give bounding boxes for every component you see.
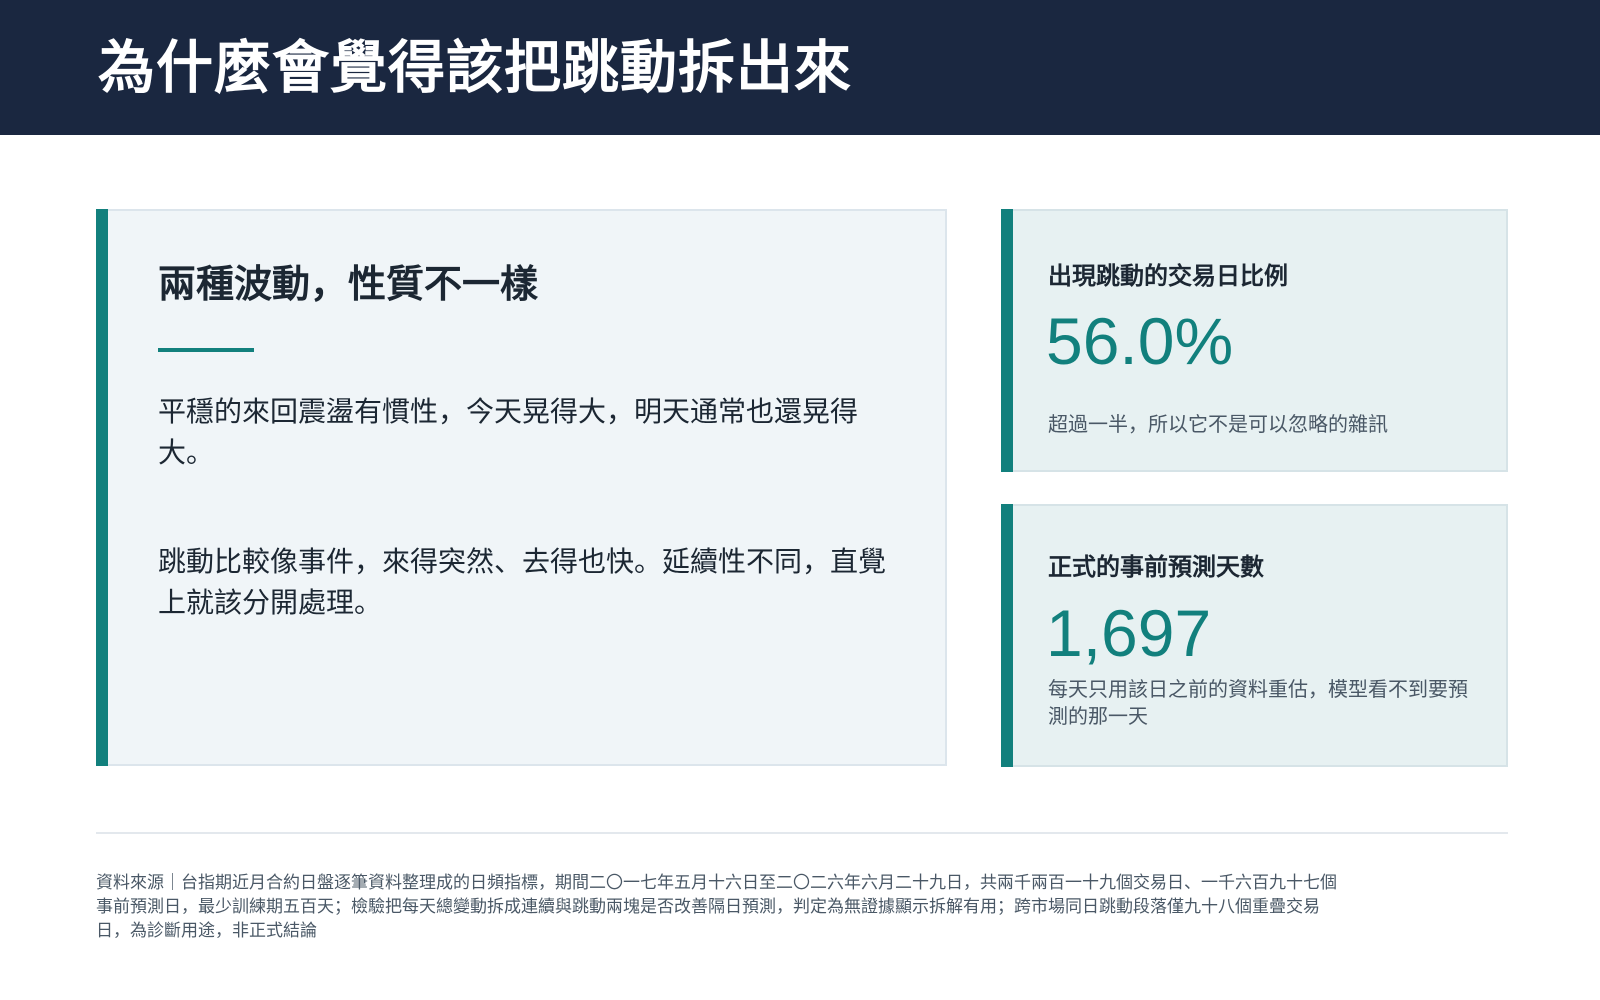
footer-divider <box>96 832 1508 834</box>
stat-label: 正式的事前預測天數 <box>1048 553 1264 581</box>
card-accent-bar <box>96 209 108 766</box>
card-accent-bar <box>1001 209 1013 472</box>
stat-note: 超過一半，所以它不是可以忽略的雜訊 <box>1048 412 1388 436</box>
card-heading: 兩種波動，性質不一樣 <box>158 262 539 306</box>
stat-card-forecast-days: 正式的事前預測天數 1,697 每天只用該日之前的資料重估，模型看不到要預測的那… <box>1001 504 1508 767</box>
paragraph-jump: 跳動比較像事件，來得突然、去得也快。延續性不同，直覺上就該分開處理。 <box>158 545 887 619</box>
page-title: 為什麼會覺得該把跳動拆出來 <box>98 35 852 101</box>
page-header: 為什麼會覺得該把跳動拆出來 <box>0 0 1600 135</box>
card-accent-bar <box>1001 504 1013 767</box>
stat-card-jump-ratio: 出現跳動的交易日比例 56.0% 超過一半，所以它不是可以忽略的雜訊 <box>1001 209 1508 472</box>
paragraph-continuous: 平穩的來回震盪有慣性，今天晃得大，明天通常也還晃得大。 <box>158 395 859 469</box>
stat-value: 1,697 <box>1046 596 1212 670</box>
explanation-card: 兩種波動，性質不一樣 平穩的來回震盪有慣性，今天晃得大，明天通常也還晃得大。 跳… <box>96 209 947 766</box>
stat-note: 每天只用該日之前的資料重估，模型看不到要預測的那一天 <box>1048 677 1468 728</box>
source-note: 資料來源｜台指期近月合約日盤逐筆資料整理成的日頻指標，期間二〇一七年五月十六日至… <box>96 873 1337 941</box>
stat-value: 56.0% <box>1046 304 1234 378</box>
heading-underline <box>158 348 254 352</box>
stat-label: 出現跳動的交易日比例 <box>1048 262 1288 290</box>
